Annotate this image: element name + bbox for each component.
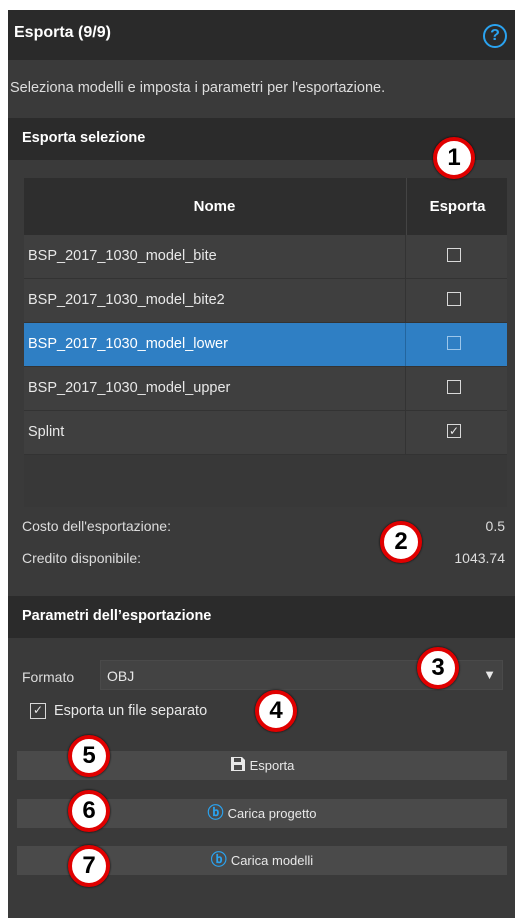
table-empty-area: [24, 455, 507, 507]
chevron-down-icon: ▼: [483, 667, 496, 682]
save-icon: [230, 756, 246, 775]
upload-models-label: Carica modelli: [230, 853, 314, 868]
table-row[interactable]: BSP_2017_1030_model_upper: [24, 367, 507, 411]
export-params-title: Parametri dell’esportazione: [22, 608, 212, 624]
export-cost-label: Costo dell'esportazione:: [22, 518, 171, 534]
cloud-upload-icon: ⓑ: [210, 851, 227, 869]
help-icon[interactable]: ?: [483, 24, 507, 48]
callout-badge-5: 5: [68, 735, 110, 777]
cloud-upload-icon: ⓑ: [207, 804, 224, 822]
model-name: BSP_2017_1030_model_bite2: [28, 292, 225, 308]
export-cell: [405, 279, 507, 322]
export-cell: ✓: [405, 411, 507, 454]
format-value: OBJ: [107, 668, 135, 684]
callout-badge-6: 6: [68, 790, 110, 832]
export-checkbox[interactable]: [447, 248, 461, 262]
export-cost-value: 0.5: [485, 518, 505, 534]
model-name: Splint: [28, 424, 65, 440]
panel-header: Esporta (9/9) ?: [8, 10, 515, 60]
table-row[interactable]: BSP_2017_1030_model_bite: [24, 235, 507, 279]
export-checkbox[interactable]: [447, 292, 461, 306]
column-header-name[interactable]: Nome: [24, 178, 405, 235]
separate-file-label: Esporta un file separato: [54, 703, 208, 719]
panel-description: Seleziona modelli e imposta i parametri …: [10, 80, 386, 96]
export-checkbox[interactable]: [447, 380, 461, 394]
callout-badge-7: 7: [68, 845, 110, 887]
callout-badge-2: 2: [380, 521, 422, 563]
column-header-export[interactable]: Esporta: [406, 178, 508, 235]
table-header: Nome Esporta: [24, 178, 507, 235]
export-cell: [405, 367, 507, 410]
separate-file-checkbox[interactable]: ✓: [30, 703, 46, 719]
export-params-header: Parametri dell’esportazione: [8, 596, 515, 638]
callout-badge-4: 4: [255, 690, 297, 732]
export-checkbox[interactable]: [447, 336, 461, 350]
model-name: BSP_2017_1030_model_upper: [28, 380, 231, 396]
table-row[interactable]: BSP_2017_1030_model_bite2: [24, 279, 507, 323]
callout-badge-3: 3: [417, 647, 459, 689]
format-label: Formato: [22, 669, 75, 685]
table-row[interactable]: Splint ✓: [24, 411, 507, 455]
export-button-label: Esporta: [249, 758, 295, 773]
model-name: BSP_2017_1030_model_bite: [28, 248, 217, 264]
export-cell: [405, 323, 507, 366]
panel-title: Esporta (9/9): [14, 24, 111, 41]
export-selection-title: Esporta selezione: [22, 130, 146, 146]
table-row-selected[interactable]: BSP_2017_1030_model_lower: [24, 323, 507, 367]
available-credit-value: 1043.74: [454, 550, 505, 566]
available-credit-label: Credito disponibile:: [22, 550, 142, 566]
model-name: BSP_2017_1030_model_lower: [28, 336, 228, 352]
upload-project-label: Carica progetto: [227, 806, 317, 821]
export-cell: [405, 235, 507, 278]
callout-badge-1: 1: [433, 137, 475, 179]
export-checkbox-checked[interactable]: ✓: [447, 424, 461, 438]
